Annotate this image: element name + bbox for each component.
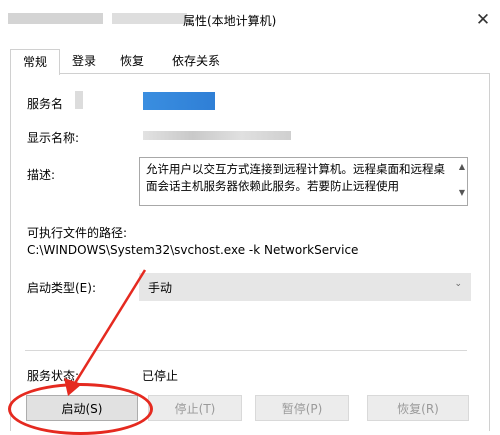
redacted-service-name <box>143 92 215 110</box>
scroll-down-icon[interactable]: ▼ <box>459 188 465 197</box>
window-title: 属性(本地计算机) <box>183 14 277 28</box>
redacted-display-name <box>143 131 291 140</box>
description-label: 描述: <box>27 168 56 182</box>
redacted-label-part <box>75 91 83 109</box>
title-bar: 属性(本地计算机) ✕ <box>0 0 500 40</box>
startup-type-value: 手动 <box>148 281 173 295</box>
divider <box>25 350 467 351</box>
tab-dependencies[interactable]: 依存关系 <box>164 49 228 73</box>
tab-logon[interactable]: 登录 <box>66 49 102 73</box>
service-name-label: 服务名 <box>27 97 64 111</box>
close-icon[interactable]: ✕ <box>472 9 494 31</box>
redacted-title-part <box>8 13 103 24</box>
service-status-label: 服务状态: <box>27 369 80 383</box>
startup-type-label: 启动类型(E): <box>27 281 96 295</box>
annotation-circle <box>8 383 153 435</box>
startup-type-select[interactable]: 手动 ⌄ <box>139 273 471 301</box>
pause-button[interactable]: 暂停(P) <box>255 395 349 421</box>
tab-general[interactable]: 常规 <box>10 49 60 75</box>
path-value: C:\WINDOWS\System32\svchost.exe -k Netwo… <box>27 243 359 257</box>
display-name-label: 显示名称: <box>27 131 80 145</box>
scroll-up-icon[interactable]: ▲ <box>459 162 465 171</box>
description-box[interactable]: 允许用户以交互方式连接到远程计算机。远程桌面和远程桌面会话主机服务器依赖此服务。… <box>139 157 468 206</box>
redacted-title-part <box>112 13 187 24</box>
service-status-value: 已停止 <box>142 369 179 383</box>
tab-recovery[interactable]: 恢复 <box>114 49 150 73</box>
stop-button[interactable]: 停止(T) <box>148 395 242 421</box>
path-label: 可执行文件的路径: <box>27 226 128 240</box>
chevron-down-icon: ⌄ <box>454 279 462 289</box>
description-text: 允许用户以交互方式连接到远程计算机。远程桌面和远程桌面会话主机服务器依赖此服务。… <box>146 162 445 193</box>
resume-button[interactable]: 恢复(R) <box>367 395 469 421</box>
tab-strip: 常规 登录 恢复 依存关系 <box>10 49 490 75</box>
